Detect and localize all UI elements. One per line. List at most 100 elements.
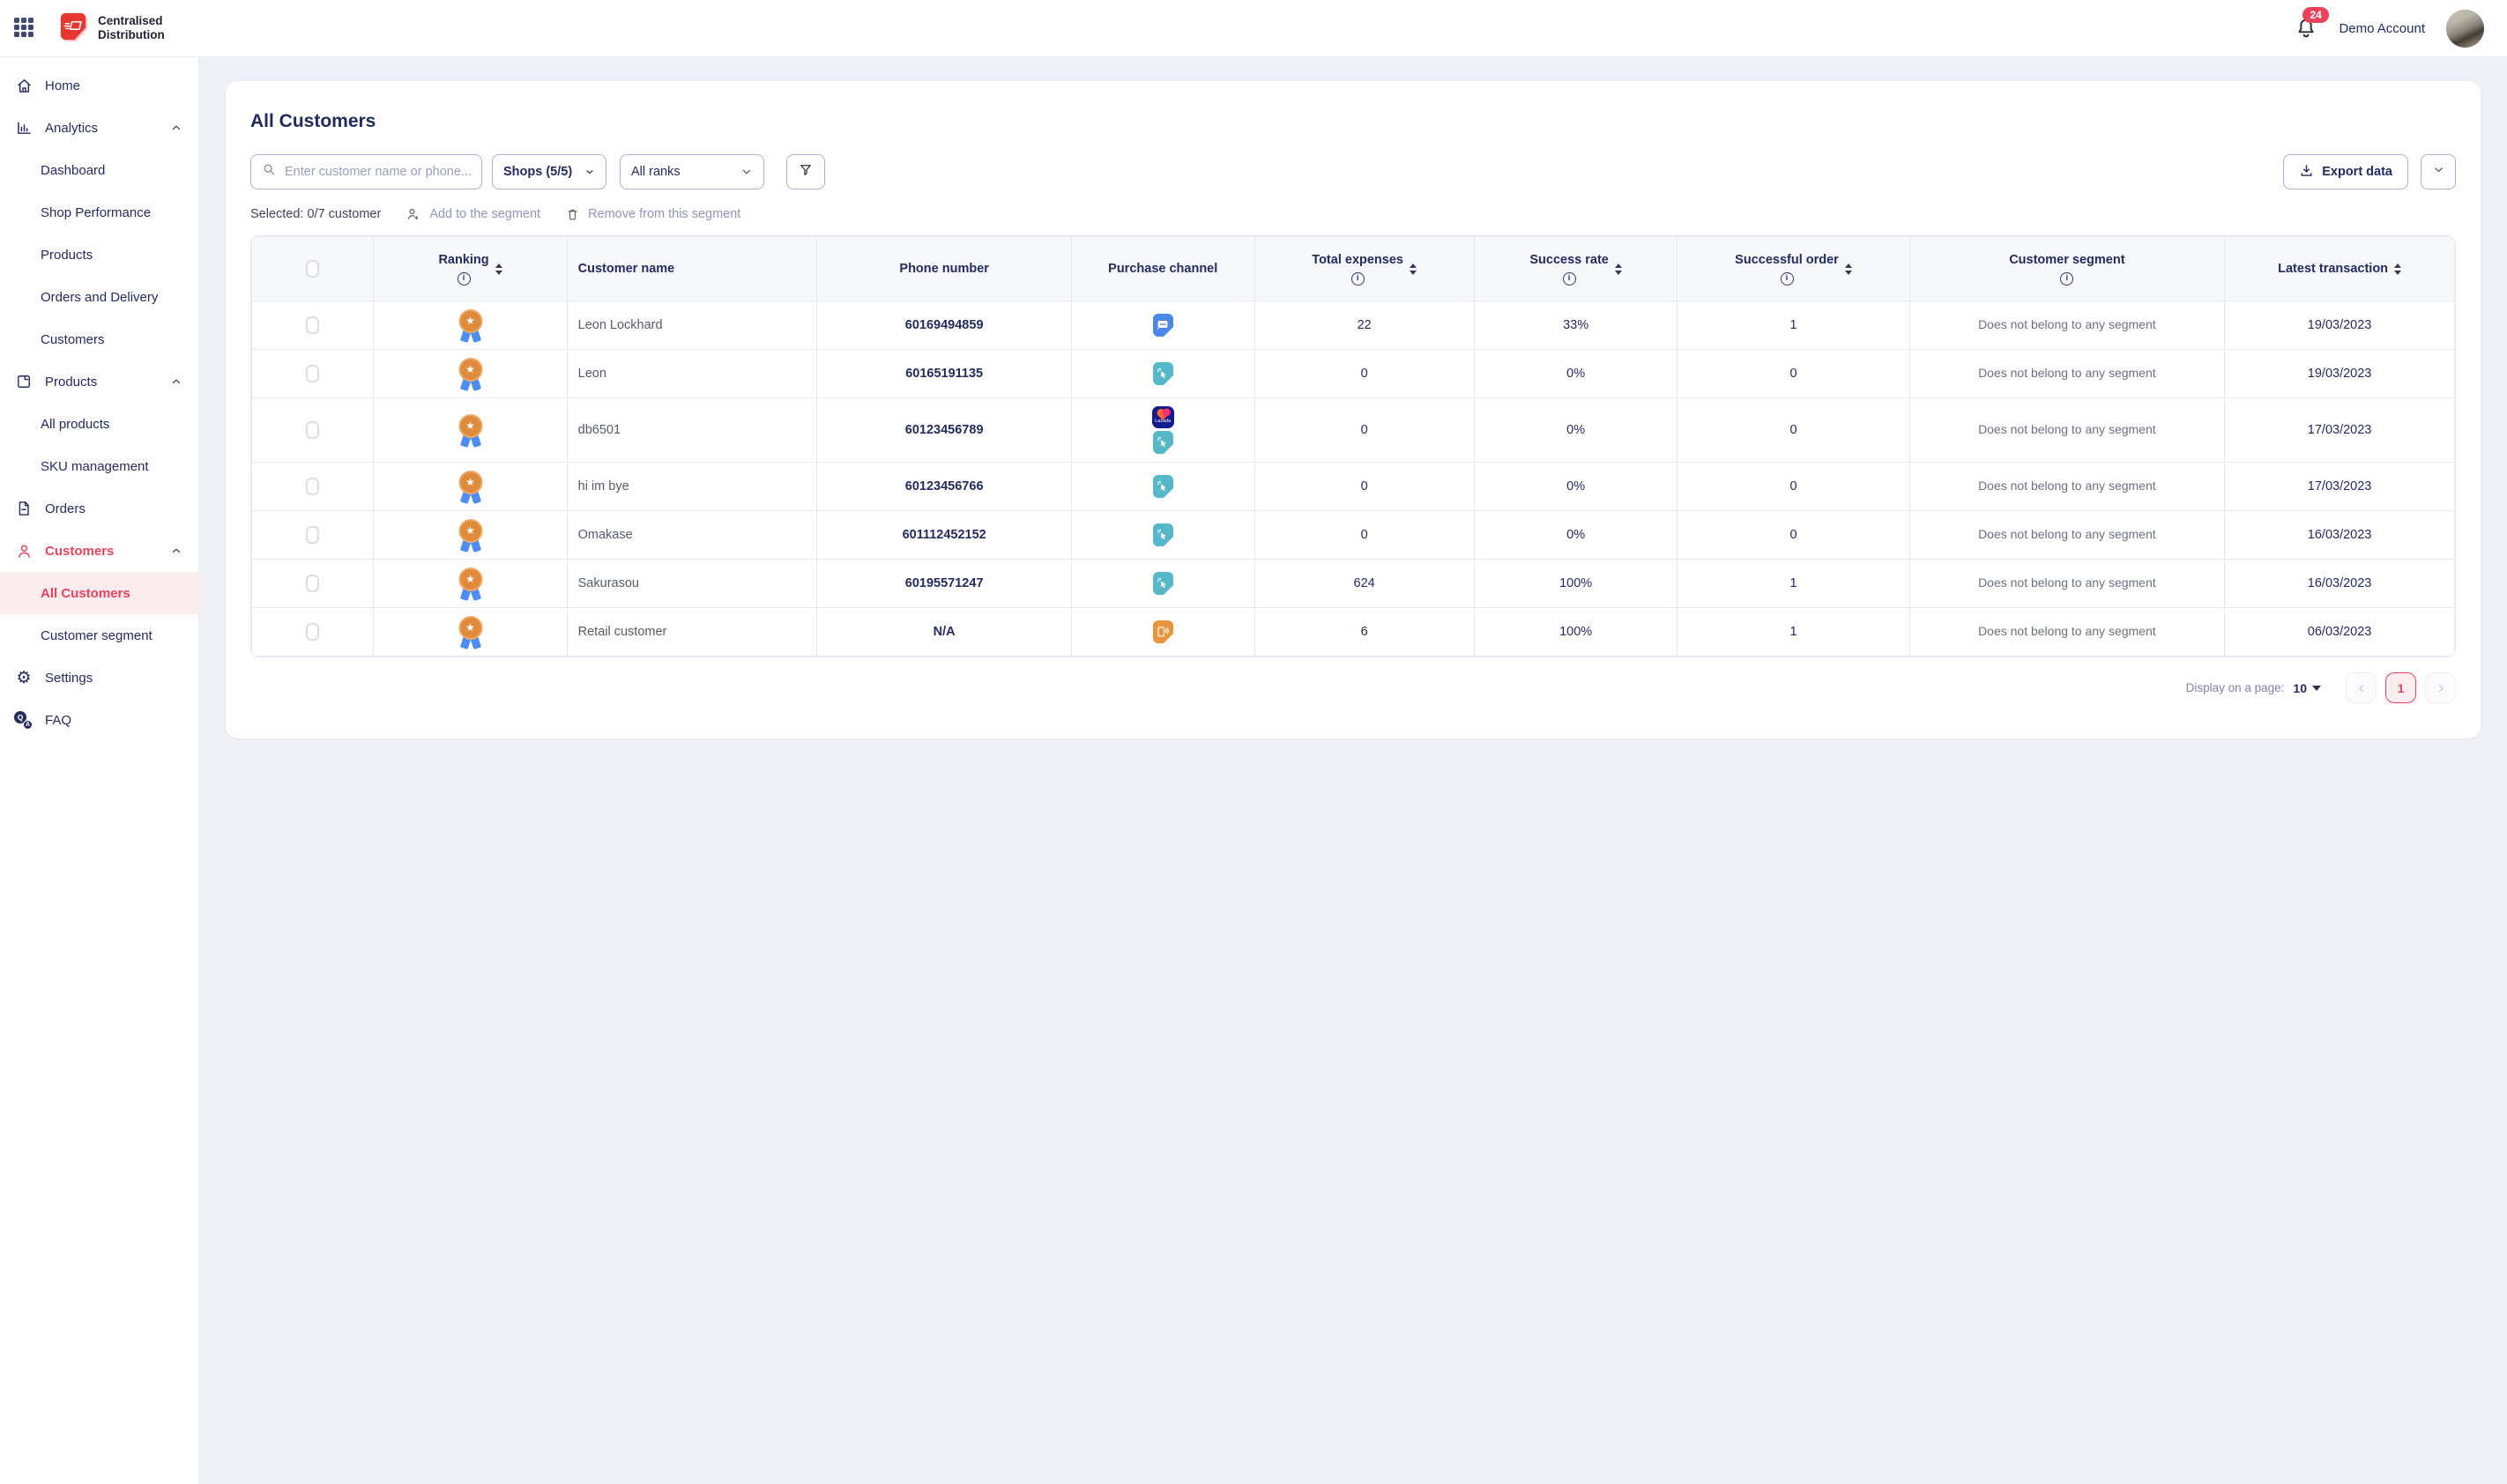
sidebar-item-products[interactable]: Products — [0, 360, 198, 403]
col-latest-transaction[interactable]: Latest transaction — [2225, 237, 2455, 301]
customers-icon — [14, 541, 33, 560]
customer-name-cell: Leon Lockhard — [567, 301, 817, 350]
sidebar-item-customers[interactable]: Customers — [0, 530, 198, 572]
table-row: ★Sakurasou60195571247624100%1Does not be… — [252, 560, 2455, 608]
cursor-channel-icon — [1153, 475, 1173, 498]
chevron-up-icon — [170, 375, 182, 388]
account-name[interactable]: Demo Account — [2339, 21, 2425, 36]
latest-transaction-cell: 16/03/2023 — [2225, 511, 2455, 560]
sort-arrows-icon[interactable] — [1410, 263, 1417, 275]
notifications-bell-icon[interactable]: 24 — [2295, 17, 2317, 40]
sidebar-item-all-customers[interactable]: All Customers — [0, 572, 198, 614]
info-icon[interactable]: i — [2060, 272, 2073, 286]
sidebar-item-faq[interactable]: QAFAQ — [0, 699, 198, 741]
row-checkbox[interactable] — [306, 421, 319, 439]
info-icon[interactable]: i — [1781, 272, 1794, 286]
total-expenses-cell: 0 — [1254, 398, 1474, 463]
sidebar-item-home[interactable]: Home — [0, 64, 198, 107]
search-input[interactable] — [285, 165, 471, 179]
purchase-channel-cell — [1071, 301, 1254, 350]
total-expenses-cell: 624 — [1254, 560, 1474, 608]
sidebar-item-products[interactable]: Products — [0, 234, 198, 276]
row-checkbox[interactable] — [306, 316, 319, 334]
next-page-button[interactable] — [2425, 672, 2456, 703]
app-launcher-icon[interactable] — [14, 18, 35, 39]
remove-from-segment-button[interactable]: Remove from this segment — [565, 207, 740, 222]
sidebar-item-sku-management[interactable]: SKU management — [0, 445, 198, 487]
column-label: Phone number — [899, 261, 989, 277]
success-rate-cell: 0% — [1474, 350, 1678, 398]
add-to-segment-button[interactable]: Add to the segment — [405, 206, 540, 222]
sidebar-item-all-products[interactable]: All products — [0, 403, 198, 445]
sort-arrows-icon[interactable] — [1615, 263, 1622, 275]
prev-page-button[interactable] — [2346, 672, 2377, 703]
advanced-filter-button[interactable] — [786, 154, 825, 189]
sidebar-item-label: Customers — [45, 544, 114, 559]
info-icon[interactable]: i — [1563, 272, 1576, 286]
phone-number-cell: 60169494859 — [817, 301, 1071, 350]
row-checkbox[interactable] — [306, 478, 319, 495]
table-row: ★Retail customerN/A6100%1Does not belong… — [252, 608, 2455, 657]
avatar[interactable] — [2446, 10, 2484, 48]
row-checkbox[interactable] — [306, 575, 319, 592]
col-ranking[interactable]: Rankingi — [374, 237, 567, 301]
successful-order-cell: 1 — [1678, 560, 1909, 608]
export-data-button[interactable]: Export data — [2283, 154, 2408, 189]
sort-arrows-icon[interactable] — [2394, 263, 2401, 275]
row-checkbox[interactable] — [306, 623, 319, 641]
sidebar-item-customer-segment[interactable]: Customer segment — [0, 614, 198, 657]
page-1-button[interactable]: 1 — [2385, 672, 2416, 703]
col-customer-name: Customer name — [567, 237, 817, 301]
row-checkbox[interactable] — [306, 365, 319, 382]
bronze-medal-icon: ★ — [458, 519, 484, 552]
filter-row: Shops (5/5) All ranks — [250, 154, 2456, 189]
chevron-down-icon — [2432, 163, 2445, 181]
ranking-cell: ★ — [374, 350, 567, 398]
row-checkbox-cell — [252, 511, 374, 560]
successful-order-cell: 0 — [1678, 350, 1909, 398]
col-successful-order[interactable]: Successful orderi — [1678, 237, 1909, 301]
export-options-button[interactable] — [2421, 154, 2456, 189]
sidebar-item-label: All Customers — [41, 586, 130, 601]
info-icon[interactable]: i — [1351, 272, 1365, 286]
sidebar-item-label: SKU management — [41, 459, 149, 474]
column-label: Total expenses — [1312, 252, 1403, 268]
ranking-cell: ★ — [374, 398, 567, 463]
sidebar-item-label: Orders and Delivery — [41, 290, 158, 305]
cursor-channel-icon — [1153, 431, 1173, 454]
col-phone-number: Phone number — [817, 237, 1071, 301]
col-success-rate[interactable]: Success ratei — [1474, 237, 1678, 301]
success-rate-cell: 0% — [1474, 463, 1678, 511]
row-checkbox-cell — [252, 301, 374, 350]
select-all-checkbox[interactable] — [306, 260, 319, 278]
orders-icon — [14, 499, 33, 518]
col-total-expenses[interactable]: Total expenses i — [1254, 237, 1474, 301]
search-icon — [262, 162, 277, 182]
sort-arrows-icon[interactable] — [495, 263, 502, 275]
ranks-filter-value: All ranks — [631, 165, 681, 179]
purchase-channel-cell — [1071, 350, 1254, 398]
sidebar-item-orders[interactable]: Orders — [0, 487, 198, 530]
brand-name: Centralised Distribution — [98, 14, 165, 42]
sidebar-item-settings[interactable]: ⚙Settings — [0, 657, 198, 699]
bronze-medal-icon: ★ — [458, 471, 484, 503]
sidebar-item-analytics[interactable]: Analytics — [0, 107, 198, 149]
shops-filter-dropdown[interactable]: Shops (5/5) — [492, 154, 606, 189]
caret-down-icon — [2312, 686, 2321, 691]
cursor-channel-icon — [1153, 572, 1173, 595]
top-bar: Centralised Distribution 24 Demo Account — [0, 0, 2507, 57]
row-checkbox[interactable] — [306, 526, 319, 544]
sidebar-item-orders-and-delivery[interactable]: Orders and Delivery — [0, 276, 198, 318]
customer-segment-cell: Does not belong to any segment — [1909, 398, 2225, 463]
info-icon[interactable]: i — [458, 272, 471, 286]
purchase-channel-cell — [1071, 560, 1254, 608]
selection-toolbar: Selected: 0/7 customer Add to the segmen… — [250, 206, 2456, 222]
row-checkbox-cell — [252, 608, 374, 657]
ranks-filter-dropdown[interactable]: All ranks — [620, 154, 764, 189]
sidebar-item-dashboard[interactable]: Dashboard — [0, 149, 198, 191]
sort-arrows-icon[interactable] — [1845, 263, 1852, 275]
page-size-dropdown[interactable]: 10 — [2293, 681, 2321, 695]
sidebar-item-customers[interactable]: Customers — [0, 318, 198, 360]
sidebar-item-shop-performance[interactable]: Shop Performance — [0, 191, 198, 234]
success-rate-cell: 0% — [1474, 511, 1678, 560]
